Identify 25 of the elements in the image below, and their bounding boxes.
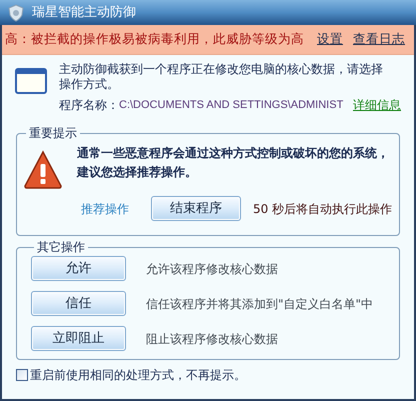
header-link[interactable]: 查看日志 [353,30,405,49]
window-icon [15,68,47,94]
alert-text: 高：被拦截的操作极易被病毒利用，此威胁等级为高 [5,30,304,48]
panel-title: 其它操作 [36,239,86,256]
recommend-label: 推荐操作 [81,200,129,218]
action-button[interactable]: 允许 [31,256,126,281]
warning-icon [23,150,63,190]
warning-text: 通常一些恶意程序会通过这种方式控制或破坏的您的系统，建议您选择推荐操作。 [77,145,390,181]
remember-checkbox[interactable] [16,369,28,381]
window-title: 瑞星智能主动防御 [32,4,136,22]
end-program-button[interactable]: 结束程序 [151,196,241,221]
details-link[interactable]: 详细信息 [345,96,401,114]
program-label: 程序名称： [59,97,119,114]
notice-message: 主动防御截获到一个程序正在修改您电脑的核心数据，请选择操作方式。 [59,62,384,92]
action-button[interactable]: 信任 [31,291,126,316]
action-description: 阻止该程序修改核心数据 [146,330,278,348]
shield-icon [8,4,24,22]
panel-title: 重要提示 [28,125,78,142]
program-path: C:\DOCUMENTS AND SETTINGS\ADMINIST [119,98,344,113]
action-button[interactable]: 立即阻止 [31,326,126,351]
action-description: 允许该程序修改核心数据 [146,260,278,278]
remember-label: 重启前使用相同的处理方式，不再提示。 [30,367,246,384]
action-description: 信任该程序并将其添加到"自定义白名单"中 [146,296,374,312]
header-link[interactable]: 设置 [317,30,343,49]
countdown-text: 50 秒后将自动执行此操作 [253,200,392,218]
